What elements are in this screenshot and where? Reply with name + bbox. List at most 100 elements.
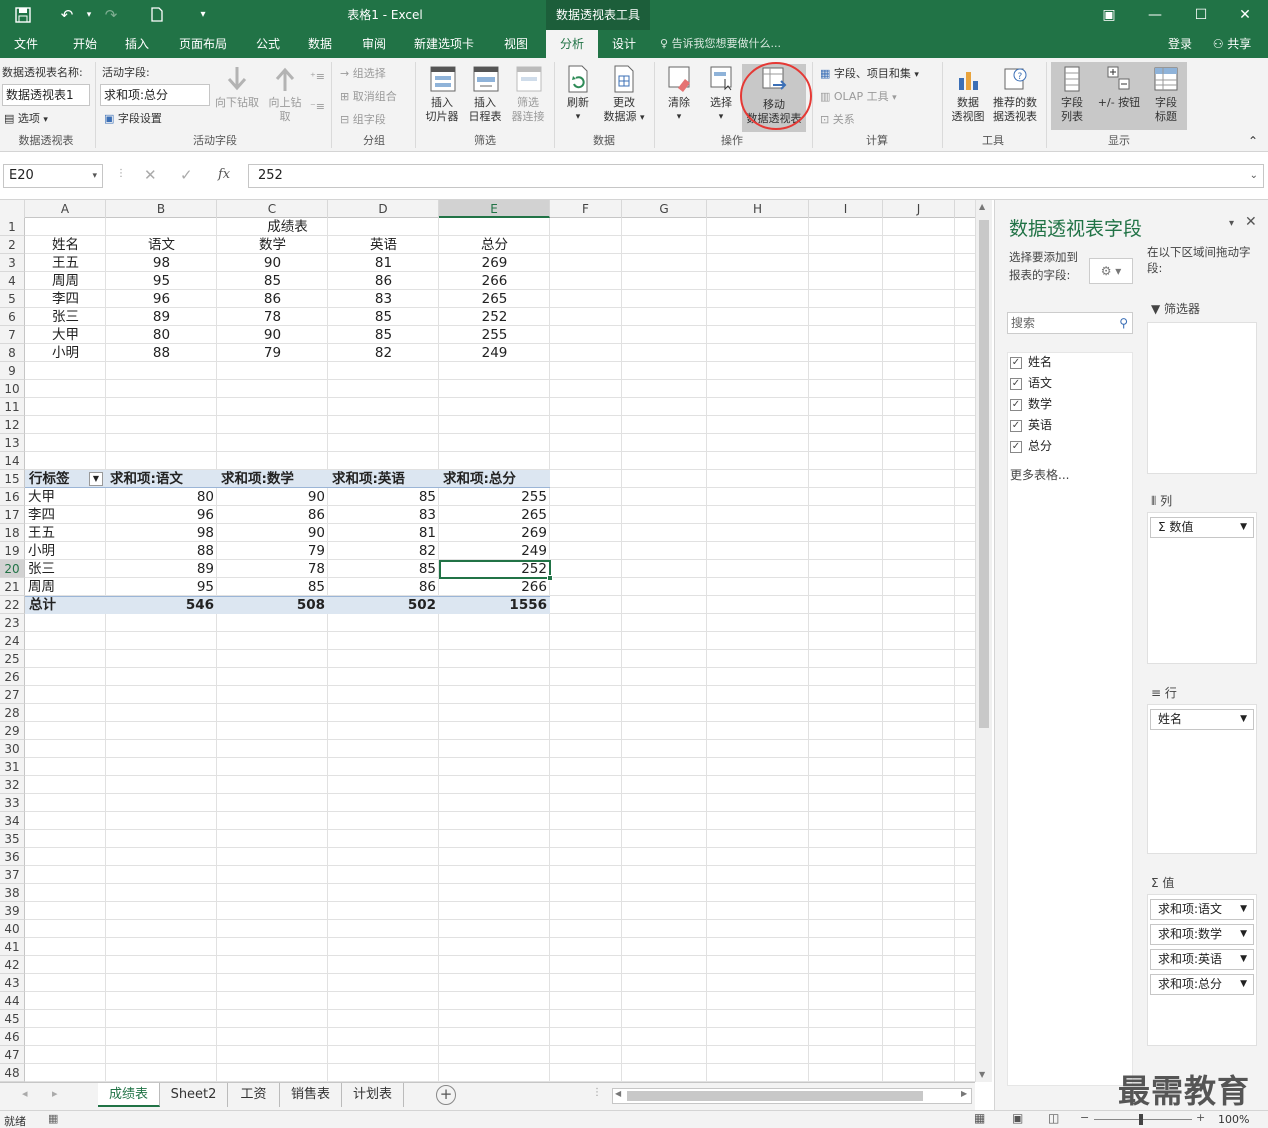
pivot-header-cell[interactable]: 求和项:英语: [328, 470, 439, 488]
cancel-icon[interactable]: ✕: [144, 166, 157, 184]
cell[interactable]: 张三: [25, 308, 106, 326]
cell[interactable]: 周周: [25, 272, 106, 290]
minimize-button[interactable]: —: [1132, 0, 1178, 30]
column-header-e[interactable]: E: [439, 200, 550, 218]
checkbox-checked-icon[interactable]: ✓: [1010, 440, 1022, 453]
pivot-value-cell[interactable]: 266: [439, 578, 550, 596]
row-header[interactable]: 47: [0, 1046, 25, 1064]
row-header[interactable]: 17: [0, 506, 25, 524]
cell[interactable]: 249: [439, 344, 550, 362]
row-header[interactable]: 37: [0, 866, 25, 884]
field-item-english[interactable]: ✓ 英语: [1010, 415, 1052, 435]
options-button[interactable]: ▤ 选项 ▾: [4, 110, 48, 126]
pivot-value-cell[interactable]: 98: [106, 524, 217, 542]
clear-button[interactable]: 清除 ▾: [658, 64, 700, 124]
row-header[interactable]: 3: [0, 254, 25, 272]
row-header[interactable]: 2: [0, 236, 25, 254]
horizontal-scrollbar[interactable]: ◀ ▶: [612, 1088, 972, 1104]
row-header[interactable]: 32: [0, 776, 25, 794]
page-layout-view-icon[interactable]: ▣: [1012, 1111, 1023, 1125]
field-list-button[interactable]: 字段 列表: [1052, 64, 1092, 124]
refresh-button[interactable]: 刷新 ▾: [558, 64, 598, 124]
zoom-level[interactable]: 100%: [1218, 1113, 1249, 1126]
chevron-down-icon[interactable]: ▼: [1240, 710, 1247, 729]
cell[interactable]: 265: [439, 290, 550, 308]
recommended-pivottables-button[interactable]: ? 推荐的数 据透视表: [990, 64, 1040, 124]
row-header[interactable]: 41: [0, 938, 25, 956]
row-header[interactable]: 9: [0, 362, 25, 380]
vertical-scroll-thumb[interactable]: [979, 220, 989, 728]
chevron-down-icon[interactable]: ▼: [1240, 975, 1247, 994]
pane-close-icon[interactable]: ✕: [1245, 214, 1257, 230]
zoom-slider-thumb[interactable]: [1139, 1114, 1143, 1125]
columns-area[interactable]: Σ 数值 ▼: [1147, 512, 1257, 664]
row-header[interactable]: 13: [0, 434, 25, 452]
row-header[interactable]: 22: [0, 596, 25, 614]
tab-formulas[interactable]: 公式: [246, 30, 290, 58]
fill-handle[interactable]: [547, 575, 553, 581]
customize-qat-icon[interactable]: ▾: [192, 4, 214, 26]
table-header-cell[interactable]: 姓名: [25, 236, 106, 254]
plus-minus-buttons-button[interactable]: +/- 按钮: [1094, 64, 1144, 110]
row-header[interactable]: 30: [0, 740, 25, 758]
normal-view-icon[interactable]: ▦: [974, 1111, 985, 1125]
cell[interactable]: 95: [106, 272, 217, 290]
row-header[interactable]: 42: [0, 956, 25, 974]
sheet-tab-salary[interactable]: 工资: [228, 1083, 280, 1107]
row-header[interactable]: 40: [0, 920, 25, 938]
chevron-down-icon[interactable]: ▼: [1240, 950, 1247, 969]
row-header[interactable]: 36: [0, 848, 25, 866]
next-sheet-icon[interactable]: ▸: [52, 1087, 58, 1100]
cell[interactable]: 89: [106, 308, 217, 326]
pivot-value-cell[interactable]: 90: [217, 488, 328, 506]
cell[interactable]: 86: [328, 272, 439, 290]
table-header-cell[interactable]: 语文: [106, 236, 217, 254]
pivot-value-cell[interactable]: 86: [217, 506, 328, 524]
cell[interactable]: 85: [328, 326, 439, 344]
tab-analyze[interactable]: 分析: [546, 30, 598, 58]
scroll-left-icon[interactable]: ◀: [615, 1089, 621, 1098]
row-header[interactable]: 43: [0, 974, 25, 992]
cell[interactable]: 90: [217, 254, 328, 272]
sheet-tab-plan[interactable]: 计划表: [342, 1083, 404, 1107]
value-field-math[interactable]: 求和项:数学 ▼: [1150, 924, 1254, 945]
pivot-value-cell[interactable]: 265: [439, 506, 550, 524]
row-header[interactable]: 21: [0, 578, 25, 596]
cell[interactable]: 小明: [25, 344, 106, 362]
tab-data[interactable]: 数据: [298, 30, 342, 58]
zoom-slider[interactable]: [1094, 1119, 1192, 1120]
pivot-total-cell[interactable]: 总计: [25, 596, 106, 614]
cell[interactable]: 80: [106, 326, 217, 344]
horizontal-scroll-thumb[interactable]: [627, 1091, 923, 1101]
scroll-up-icon[interactable]: ▲: [979, 202, 985, 211]
cell[interactable]: 86: [217, 290, 328, 308]
value-field-english[interactable]: 求和项:英语 ▼: [1150, 949, 1254, 970]
cell[interactable]: 81: [328, 254, 439, 272]
cell[interactable]: 252: [439, 308, 550, 326]
cell[interactable]: 83: [328, 290, 439, 308]
row-header[interactable]: 15: [0, 470, 25, 488]
cell[interactable]: 78: [217, 308, 328, 326]
column-header-d[interactable]: D: [328, 200, 439, 218]
cell[interactable]: 269: [439, 254, 550, 272]
pivot-total-cell[interactable]: 546: [106, 596, 217, 614]
row-label-filter-dropdown-icon[interactable]: ▼: [89, 472, 103, 486]
row-header[interactable]: 34: [0, 812, 25, 830]
column-header-g[interactable]: G: [622, 200, 707, 218]
checkbox-checked-icon[interactable]: ✓: [1010, 356, 1022, 369]
pane-options-icon[interactable]: ▾: [1229, 218, 1234, 229]
values-area[interactable]: 求和项:语文 ▼ 求和项:数学 ▼ 求和项:英语 ▼ 求和项:总分 ▼: [1147, 894, 1257, 1046]
row-header[interactable]: 7: [0, 326, 25, 344]
column-header-h[interactable]: H: [707, 200, 809, 218]
chevron-down-icon[interactable]: ▼: [1240, 900, 1247, 919]
share-button[interactable]: ⚇ 共享: [1204, 30, 1260, 58]
checkbox-checked-icon[interactable]: ✓: [1010, 377, 1022, 390]
table-header-cell[interactable]: 数学: [217, 236, 328, 254]
pivot-value-cell[interactable]: 85: [217, 578, 328, 596]
cell[interactable]: 85: [217, 272, 328, 290]
column-header-j[interactable]: J: [883, 200, 955, 218]
chevron-down-icon[interactable]: ▼: [1240, 925, 1247, 944]
pivot-header-cell[interactable]: 求和项:总分: [439, 470, 550, 488]
pivot-value-cell[interactable]: 255: [439, 488, 550, 506]
close-button[interactable]: ✕: [1222, 0, 1268, 30]
